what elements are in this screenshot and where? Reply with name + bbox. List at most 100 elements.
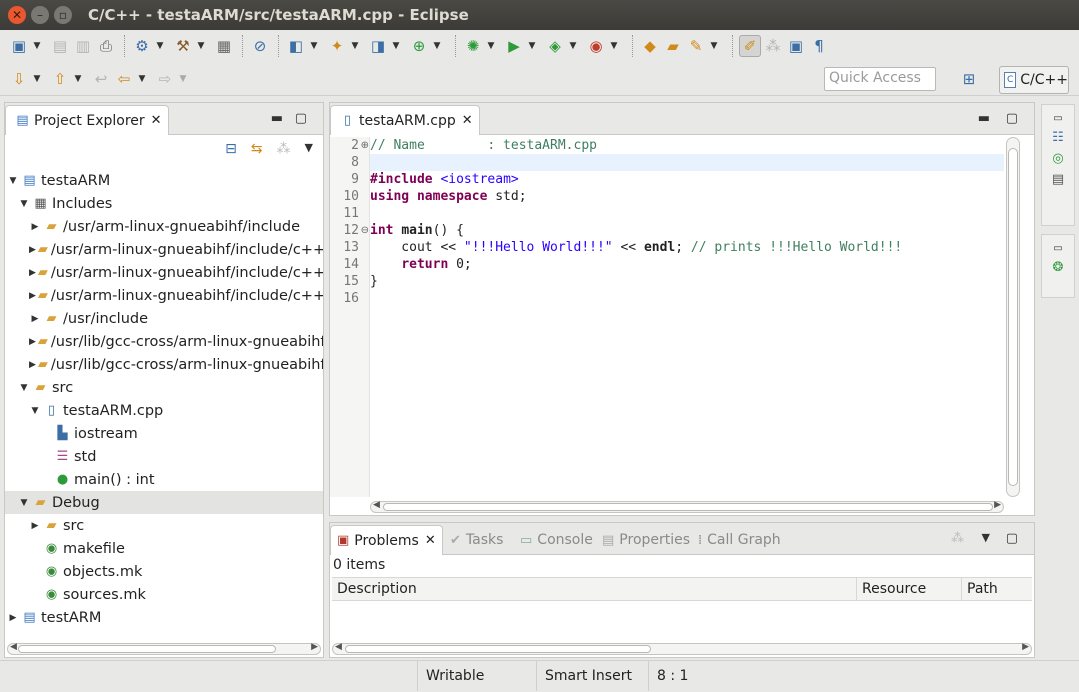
debug-dropdown-icon[interactable]: ▼ (485, 35, 497, 57)
filter-icon[interactable]: ⁂ (277, 141, 291, 157)
build-configuration-dropdown-icon[interactable]: ▼ (154, 35, 166, 57)
tree-item[interactable]: ▙ iostream (5, 422, 323, 445)
column-path[interactable]: Path (962, 578, 1032, 600)
code-line[interactable]: } (370, 273, 1004, 290)
collapsed-arrow-icon[interactable]: ▶ (29, 291, 36, 301)
expanded-arrow-icon[interactable]: ▼ (7, 176, 19, 186)
tab-testaarm-cpp[interactable]: ▯ testaARM.cpp ✕ (330, 105, 480, 135)
tab-console[interactable]: ▭ Console (514, 525, 599, 555)
expanded-arrow-icon[interactable]: ▼ (18, 498, 30, 508)
previous-annotation-dropdown-icon[interactable]: ▼ (72, 68, 84, 90)
open-element-icon[interactable]: ▰ (662, 35, 684, 57)
collapsed-arrow-icon[interactable]: ▶ (29, 521, 41, 531)
maximize-icon[interactable]: ▢ (1006, 111, 1018, 126)
tree-item[interactable]: ◉ makefile (5, 537, 323, 560)
skip-breakpoints-icon[interactable]: ⊘ (249, 35, 271, 57)
code-line[interactable]: #include <iostream> (370, 171, 1004, 188)
previous-annotation-icon[interactable]: ⇧ (49, 68, 71, 90)
open-perspective-icon[interactable]: ⊞ (956, 66, 982, 92)
code-line[interactable]: using namespace std; (370, 188, 1004, 205)
build-targets-icon[interactable]: ❂ (1053, 260, 1064, 275)
minimize-window-button[interactable]: – (31, 6, 49, 24)
tree-item[interactable]: ☰ std (5, 445, 323, 468)
tree-item[interactable]: ▶ ▰/usr/arm-linux-gnueabihf/include/c++/4 (5, 238, 323, 261)
print-icon[interactable]: ⎙ (95, 35, 117, 57)
problems-horizontal-scrollbar[interactable]: ◀ ▶ (332, 642, 1032, 655)
fold-expand-icon[interactable]: ⊕ (361, 137, 369, 154)
forward-dropdown-icon[interactable]: ▼ (177, 68, 189, 90)
tree-item[interactable]: ▶ ▤ testARM (5, 606, 323, 629)
code-line[interactable] (370, 205, 1004, 222)
code-line[interactable] (370, 154, 1004, 171)
tree-item[interactable]: ▶ ▰/usr/arm-linux-gnueabihf/include/c++/4 (5, 261, 323, 284)
view-menu-icon[interactable]: ▼ (305, 141, 313, 157)
close-window-button[interactable]: ✕ (8, 6, 26, 24)
tree-item[interactable]: ▶ ▰/usr/lib/gcc-cross/arm-linux-gnueabihf… (5, 353, 323, 376)
collapsed-arrow-icon[interactable]: ▶ (7, 613, 19, 623)
new-icon[interactable]: ▣ (8, 35, 30, 57)
new-project-dropdown-icon[interactable]: ▼ (308, 35, 320, 57)
collapsed-arrow-icon[interactable]: ▶ (29, 222, 41, 232)
debug-bug-icon[interactable]: ✺ (462, 35, 484, 57)
tree-item[interactable]: ▶ ▰/usr/lib/gcc-cross/arm-linux-gnueabihf… (5, 330, 323, 353)
new-file-dropdown-icon[interactable]: ▼ (390, 35, 402, 57)
tab-tasks[interactable]: ✔ Tasks (444, 525, 509, 555)
new-class-icon[interactable]: ⊕ (408, 35, 430, 57)
code-text-area[interactable]: // Name : testaARM.cpp #include <iostream… (370, 137, 1004, 497)
tree-item[interactable]: ▶ ▰ /usr/include (5, 307, 323, 330)
back-dropdown-icon[interactable]: ▼ (136, 68, 148, 90)
column-description[interactable]: Description (332, 578, 857, 600)
next-annotation-dropdown-icon[interactable]: ▼ (31, 68, 43, 90)
expanded-arrow-icon[interactable]: ▼ (18, 199, 30, 209)
tab-properties[interactable]: ▤ Properties (596, 525, 696, 555)
restore-icon[interactable]: ▭ (1053, 243, 1062, 254)
minimize-icon[interactable]: ▬ (978, 111, 990, 126)
collapse-all-icon[interactable]: ⊟ (225, 141, 237, 157)
cpp-perspective-button[interactable]: C C/C++ (999, 66, 1069, 94)
maximize-window-button[interactable]: ▫ (54, 6, 72, 24)
tree-item[interactable]: ▶ ▰ src (5, 514, 323, 537)
back-icon[interactable]: ⇦ (113, 68, 135, 90)
tree-item[interactable]: ◉ sources.mk (5, 583, 323, 606)
new-cpp-project-icon[interactable]: ◧ (285, 35, 307, 57)
save-all-icon[interactable]: ▥ (72, 35, 94, 57)
mark-occurrences-icon[interactable]: ✐ (739, 35, 761, 57)
code-line[interactable]: // Name : testaARM.cpp (370, 137, 1004, 154)
column-resource[interactable]: Resource (857, 578, 962, 600)
close-tab-icon[interactable]: ✕ (425, 533, 436, 548)
link-with-editor-icon[interactable]: ⇆ (251, 141, 263, 157)
restore-icon[interactable]: ▭ (1053, 113, 1062, 124)
tree-item[interactable]: ▼ ▰ src (5, 376, 323, 399)
code-line[interactable]: int main() { (370, 222, 1004, 239)
build-hammer-icon[interactable]: ⚒ (172, 35, 194, 57)
forward-icon[interactable]: ⇨ (154, 68, 176, 90)
outline-icon[interactable]: ☷ (1052, 130, 1064, 145)
show-whitespace-icon[interactable]: ▣ (785, 35, 807, 57)
tab-project-explorer[interactable]: ▤ Project Explorer ✕ (5, 105, 169, 135)
build-configuration-icon[interactable]: ⚙ (131, 35, 153, 57)
tree-item[interactable]: ▼ ▤ testaARM (5, 169, 323, 192)
tree-item[interactable]: ● main() : int (5, 468, 323, 491)
minimize-icon[interactable]: ▬ (271, 111, 283, 126)
search-dropdown-icon[interactable]: ▼ (708, 35, 720, 57)
pilcrow-icon[interactable]: ¶ (808, 35, 830, 57)
tree-item[interactable]: ▼ ▦ Includes (5, 192, 323, 215)
collapsed-arrow-icon[interactable]: ▶ (29, 360, 36, 370)
code-line[interactable]: cout << "!!!Hello World!!!" << endl; // … (370, 239, 1004, 256)
save-icon[interactable]: ▤ (49, 35, 71, 57)
toggle-block-icon[interactable]: ⁂ (762, 35, 784, 57)
tab-problems[interactable]: ▣ Problems ✕ (330, 525, 443, 555)
binary-icon[interactable]: ▦ (213, 35, 235, 57)
maximize-icon[interactable]: ▢ (1006, 531, 1018, 546)
run-external-icon[interactable]: ◈ (544, 35, 566, 57)
collapsed-arrow-icon[interactable]: ▶ (29, 245, 36, 255)
task-list-icon[interactable]: ▤ (1052, 172, 1064, 187)
tab-call-graph[interactable]: ⁞ Call Graph (692, 525, 787, 555)
project-explorer-horizontal-scrollbar[interactable]: ◀ ▶ (7, 642, 321, 655)
new-source-folder-icon[interactable]: ✦ (326, 35, 348, 57)
make-target-icon[interactable]: ◎ (1052, 151, 1063, 166)
close-tab-icon[interactable]: ✕ (462, 113, 473, 128)
tree-item[interactable]: ◉ objects.mk (5, 560, 323, 583)
tree-item[interactable]: ▶ ▰ /usr/arm-linux-gnueabihf/include (5, 215, 323, 238)
open-type-icon[interactable]: ◆ (639, 35, 661, 57)
